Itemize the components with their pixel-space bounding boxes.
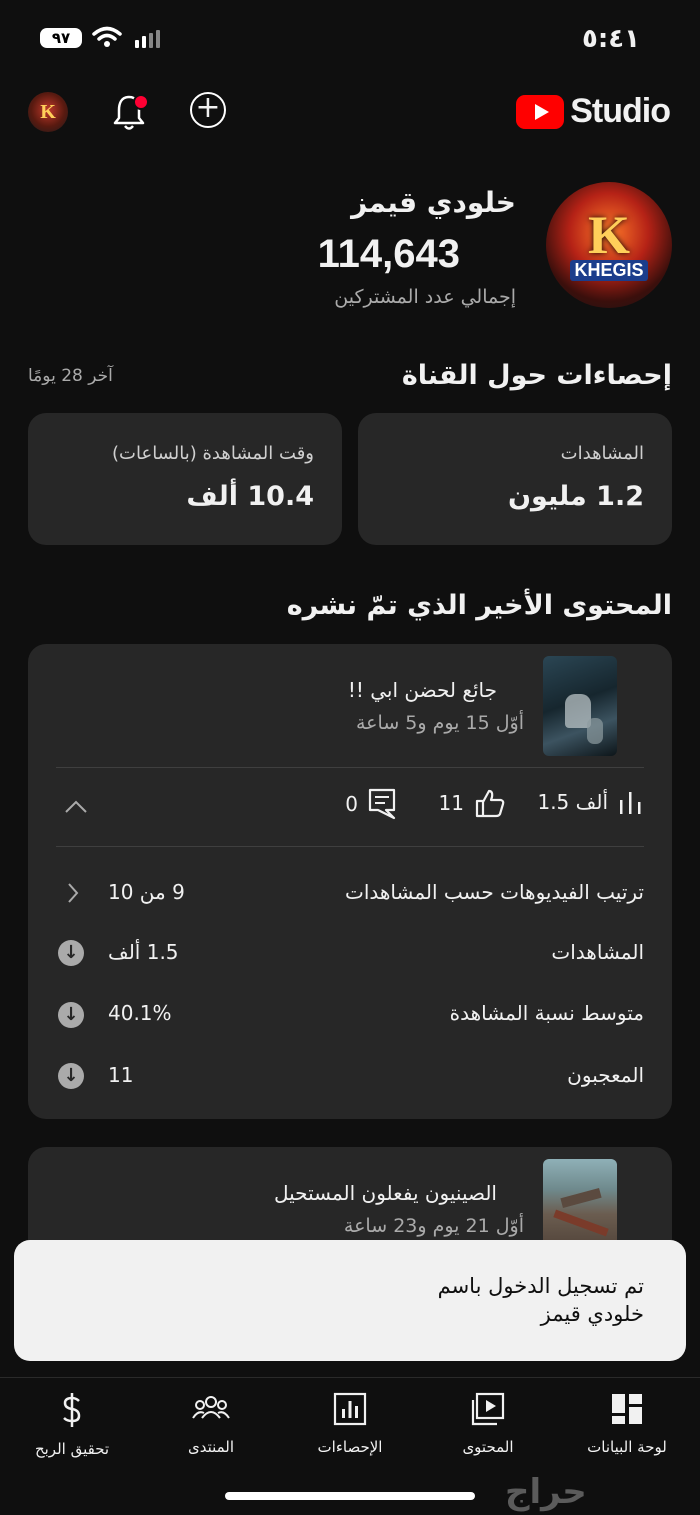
- avg-percent-value: 40.1%: [108, 1001, 172, 1025]
- battery-indicator: ٩٧: [40, 28, 82, 48]
- comments-metric: 0: [345, 788, 396, 820]
- bar-chart-icon: [620, 792, 641, 814]
- avg-percent-label: متوسط نسبة المشاهدة: [449, 1001, 644, 1025]
- likes-row-value: 11: [108, 1063, 134, 1087]
- thumbs-up-icon: [475, 789, 505, 818]
- cellular-signal-icon: [135, 30, 160, 48]
- dollar-icon: [63, 1393, 81, 1427]
- analytics-icon: [333, 1392, 367, 1426]
- youtube-studio-logo: Studio: [516, 92, 671, 131]
- avatar-letter: K: [587, 204, 630, 265]
- insights-title: إحصاءات حول القناة: [401, 360, 672, 391]
- home-indicator: [225, 1492, 475, 1500]
- likes-count: 11: [438, 791, 464, 815]
- nav-earn[interactable]: تحقيق الربح: [2, 1392, 142, 1458]
- channel-avatar[interactable]: K KHEGIS: [546, 182, 672, 308]
- wifi-icon: [92, 26, 122, 47]
- status-time: ٥:٤١: [581, 24, 640, 54]
- nav-earn-label: تحقيق الربح: [34, 1440, 110, 1458]
- subscriber-label: إجمالي عدد المشتركين: [334, 286, 516, 308]
- youtube-play-icon: [516, 94, 565, 129]
- views-row-label: المشاهدات: [551, 940, 644, 964]
- toast-line-2: خلودي قيمز: [540, 1302, 644, 1326]
- subscriber-count: 114,643: [317, 232, 460, 276]
- divider: [56, 767, 644, 768]
- nav-community-label: المنتدى: [187, 1438, 235, 1456]
- views-row-value: 1.5 ألف: [108, 940, 179, 964]
- watch-time-value: 10.4 ألف: [186, 481, 314, 512]
- notification-badge: [133, 94, 149, 110]
- arrow-down-icon: [58, 1002, 84, 1028]
- community-icon: [192, 1396, 230, 1419]
- nav-analytics-label: الإحصاءات: [317, 1438, 383, 1456]
- collapse-chevron-icon[interactable]: [64, 799, 88, 815]
- arrow-down-icon: [58, 1063, 84, 1089]
- comments-count: 0: [345, 792, 358, 816]
- watch-time-label: وقت المشاهدة (بالساعات): [112, 443, 314, 464]
- rank-value: 9 من 10: [108, 880, 185, 904]
- content-icon: [471, 1392, 505, 1426]
- toast-line-1: تم تسجيل الدخول باسم: [437, 1274, 644, 1298]
- signed-in-toast: تم تسجيل الدخول باسم خلودي قيمز: [14, 1240, 686, 1361]
- likes-metric: 11: [439, 788, 506, 818]
- insights-period: آخر 28 يومًا: [28, 366, 113, 386]
- video-thumbnail[interactable]: [543, 656, 617, 756]
- nav-dashboard[interactable]: لوحة البيانات: [557, 1392, 697, 1456]
- views-label: المشاهدات: [560, 443, 644, 464]
- nav-analytics[interactable]: الإحصاءات: [280, 1392, 420, 1456]
- arrow-down-icon: [58, 940, 84, 966]
- channel-name: خلودي قيمز: [351, 186, 516, 219]
- avatar-text: KHEGIS: [570, 259, 648, 281]
- avatar-letter: K: [40, 101, 56, 123]
- brand-label: Studio: [570, 92, 671, 130]
- nav-content[interactable]: المحتوى: [418, 1392, 558, 1456]
- recent-content-title: المحتوى الأخير الذي تمّ نشره: [286, 590, 672, 621]
- views-card[interactable]: المشاهدات 1.2 مليون: [358, 413, 672, 545]
- video-card[interactable]: جائع لحضن ابي !! أوّل 15 يوم و5 ساعة 1.5…: [28, 644, 672, 1119]
- nav-community[interactable]: المنتدى: [141, 1392, 281, 1456]
- watch-time-card[interactable]: وقت المشاهدة (بالساعات) 10.4 ألف: [28, 413, 342, 545]
- video-title: جائع لحضن ابي !!: [347, 678, 497, 702]
- video-date: أوّل 15 يوم و5 ساعة: [356, 712, 524, 734]
- divider: [56, 846, 644, 847]
- create-button[interactable]: +: [190, 92, 226, 128]
- account-avatar[interactable]: K: [28, 92, 68, 132]
- likes-row-label: المعجبون: [567, 1063, 644, 1087]
- chevron-right-icon[interactable]: [66, 882, 80, 904]
- views-value: 1.2 مليون: [508, 481, 644, 512]
- video-title: الصينيون يفعلون المستحيل: [274, 1181, 497, 1205]
- nav-dashboard-label: لوحة البيانات: [587, 1438, 667, 1456]
- video-date: أوّل 21 يوم و23 ساعة: [343, 1215, 524, 1237]
- dashboard-icon: [612, 1394, 642, 1424]
- views-count: 1.5 ألف: [537, 790, 608, 814]
- views-metric: 1.5 ألف: [537, 788, 644, 816]
- rank-label: ترتيب الفيديوهات حسب المشاهدات: [344, 880, 644, 904]
- comment-icon: [368, 788, 396, 820]
- watermark-logo: حراج: [505, 1472, 587, 1512]
- nav-content-label: المحتوى: [462, 1438, 514, 1456]
